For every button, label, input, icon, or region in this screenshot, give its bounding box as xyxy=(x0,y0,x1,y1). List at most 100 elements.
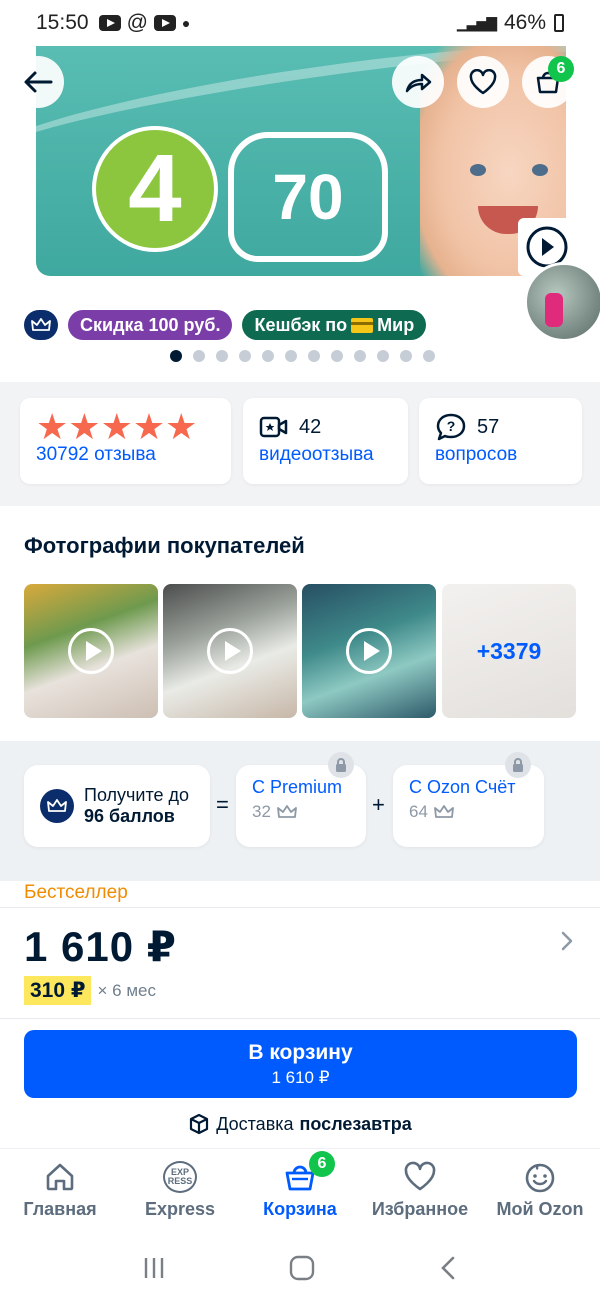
premium-points-value: 32 xyxy=(252,802,271,821)
customer-video-2[interactable] xyxy=(163,584,297,718)
divider xyxy=(0,907,600,908)
video-reviews-label: видеоотзыва xyxy=(259,444,374,465)
gallery-dot[interactable] xyxy=(239,350,251,362)
youtube-notification-icon xyxy=(98,15,121,31)
premium-points-card[interactable]: С Premium 32 xyxy=(236,765,366,847)
more-photos-tile[interactable]: +3379 xyxy=(442,584,576,718)
status-bar: 15:50 @ ● ▁▃▅▇ 46% xyxy=(0,0,600,46)
home-icon xyxy=(46,1163,74,1191)
back-nav-icon[interactable] xyxy=(438,1255,458,1281)
gallery-dot[interactable] xyxy=(308,350,320,362)
customer-video-1[interactable] xyxy=(24,584,158,718)
equals-sign: = xyxy=(216,792,229,817)
play-icon xyxy=(346,628,392,674)
installment-term: × 6 мес xyxy=(97,980,156,1000)
rating-stars: ★ ★ ★ ★ ★ xyxy=(36,406,215,447)
diaper-count-label: 70 xyxy=(228,132,388,262)
heart-icon xyxy=(404,1161,436,1191)
crown-icon xyxy=(24,310,58,340)
system-navigation-bar xyxy=(0,1236,600,1299)
questions-count: 57 xyxy=(477,415,500,438)
battery-icon xyxy=(554,14,564,32)
premium-title: С Premium xyxy=(252,777,343,797)
gallery-dot[interactable] xyxy=(285,350,297,362)
svg-text:?: ? xyxy=(447,418,456,434)
more-notifications-dot-icon: ● xyxy=(181,15,191,31)
lock-icon xyxy=(328,752,354,778)
points-line2: 96 баллов xyxy=(84,806,175,826)
play-icon xyxy=(68,628,114,674)
tab-cart[interactable]: Корзина 6 xyxy=(240,1149,360,1236)
price-details-chevron-icon[interactable] xyxy=(560,930,574,957)
youtube-notification-icon-2 xyxy=(153,15,176,31)
add-to-cart-button[interactable]: В корзину 1 610 ₽ xyxy=(24,1030,577,1098)
star-icon: ★ xyxy=(100,406,133,447)
video-review-icon xyxy=(259,416,288,438)
arrow-left-icon xyxy=(24,71,53,93)
gallery-dot[interactable] xyxy=(354,350,366,362)
star-icon: ★ xyxy=(165,406,198,447)
recent-apps-icon[interactable] xyxy=(142,1256,166,1280)
crown-outline-icon xyxy=(277,805,297,818)
play-icon xyxy=(207,628,253,674)
points-line1: Получите до xyxy=(84,785,190,805)
share-button[interactable] xyxy=(392,56,444,108)
back-button[interactable] xyxy=(12,56,64,108)
bestseller-label: Бестселлер xyxy=(24,882,128,903)
questions-label: вопросов xyxy=(435,444,518,465)
tab-express[interactable]: EXP RESS Express xyxy=(120,1149,240,1236)
gallery-pagination xyxy=(170,350,435,362)
home-nav-icon[interactable] xyxy=(289,1255,315,1281)
star-icon: ★ xyxy=(68,406,101,447)
promo-row: Скидка 100 руб. Кешбэк по Мир xyxy=(24,310,427,340)
customer-video-3[interactable] xyxy=(302,584,436,718)
crown-outline-icon xyxy=(434,805,454,818)
star-icon: ★ xyxy=(132,406,166,447)
at-notification-icon: @ xyxy=(126,11,148,34)
tab-favorites[interactable]: Избранное xyxy=(360,1149,480,1236)
question-bubble-icon: ? xyxy=(436,413,466,441)
questions-card[interactable]: ? 57 вопросов xyxy=(419,398,582,484)
discount-badge[interactable]: Скидка 100 руб. xyxy=(68,310,233,340)
gallery-dot[interactable] xyxy=(400,350,412,362)
express-icon: EXP RESS xyxy=(163,1161,197,1193)
lock-icon xyxy=(505,752,531,778)
crown-icon xyxy=(40,789,74,823)
points-total-card[interactable]: Получите до 96 баллов xyxy=(24,765,210,847)
product-price: 1 610 ₽ xyxy=(24,923,177,970)
bank-card-icon xyxy=(351,317,374,333)
customer-photos-title: Фотографии покупателей xyxy=(24,533,305,558)
face-icon xyxy=(525,1163,555,1193)
cashback-badge[interactable]: Кешбэк по Мир xyxy=(242,310,427,340)
diaper-size-label: 4 xyxy=(92,126,218,252)
box-icon xyxy=(190,1113,209,1135)
cart-count-badge: 6 xyxy=(548,56,574,82)
installment-price: 310 ₽ xyxy=(24,976,92,1005)
ozon-account-title: С Ozon Счёт xyxy=(409,777,516,797)
reviews-card[interactable]: ★ ★ ★ ★ ★ 30792 отзыва xyxy=(20,398,231,484)
customer-video-preview[interactable] xyxy=(524,262,600,342)
gallery-dot[interactable] xyxy=(216,350,228,362)
cart-tab-badge: 6 xyxy=(309,1151,335,1177)
gallery-dot[interactable] xyxy=(170,350,182,362)
plus-sign: + xyxy=(372,792,385,817)
gallery-dot[interactable] xyxy=(193,350,205,362)
tab-profile[interactable]: Мой Ozon xyxy=(480,1149,600,1236)
divider xyxy=(0,1018,600,1019)
network-signal-icon: ▁▃▅▇ xyxy=(456,14,497,31)
heart-icon xyxy=(469,69,497,95)
video-reviews-count: 42 xyxy=(299,415,322,438)
gallery-dot[interactable] xyxy=(423,350,435,362)
reviews-count: 30792 отзыва xyxy=(36,444,156,465)
tab-home[interactable]: Главная xyxy=(0,1149,120,1236)
star-icon: ★ xyxy=(36,406,69,447)
product-image-gallery[interactable]: 4 70 xyxy=(0,46,600,292)
gallery-dot[interactable] xyxy=(331,350,343,362)
gallery-dot[interactable] xyxy=(262,350,274,362)
favorite-button[interactable] xyxy=(457,56,509,108)
more-photos-count: +3379 xyxy=(476,637,542,664)
gallery-dot[interactable] xyxy=(377,350,389,362)
video-reviews-card[interactable]: 42 видеоотзыва xyxy=(243,398,408,484)
delivery-info: Доставка послезавтра xyxy=(0,1113,600,1135)
installment-info[interactable]: 310 ₽ × 6 мес xyxy=(24,976,156,1005)
